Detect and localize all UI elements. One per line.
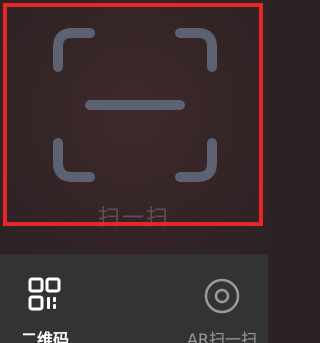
tab-ar-scan-label: AR扫一扫: [186, 330, 258, 343]
ar-scan-icon: [202, 276, 242, 316]
tab-qr-code[interactable]: 二维码: [0, 254, 90, 343]
scan-mode-bar: 二维码 AR扫一扫: [0, 254, 268, 343]
qr-code-icon: [25, 276, 65, 316]
highlight-box: [3, 3, 263, 226]
tab-qr-code-label: 二维码: [20, 330, 69, 343]
tab-ar-scan[interactable]: AR扫一扫: [176, 254, 268, 343]
scan-screen: 扫一扫 二维码 AR扫一扫: [0, 0, 268, 343]
